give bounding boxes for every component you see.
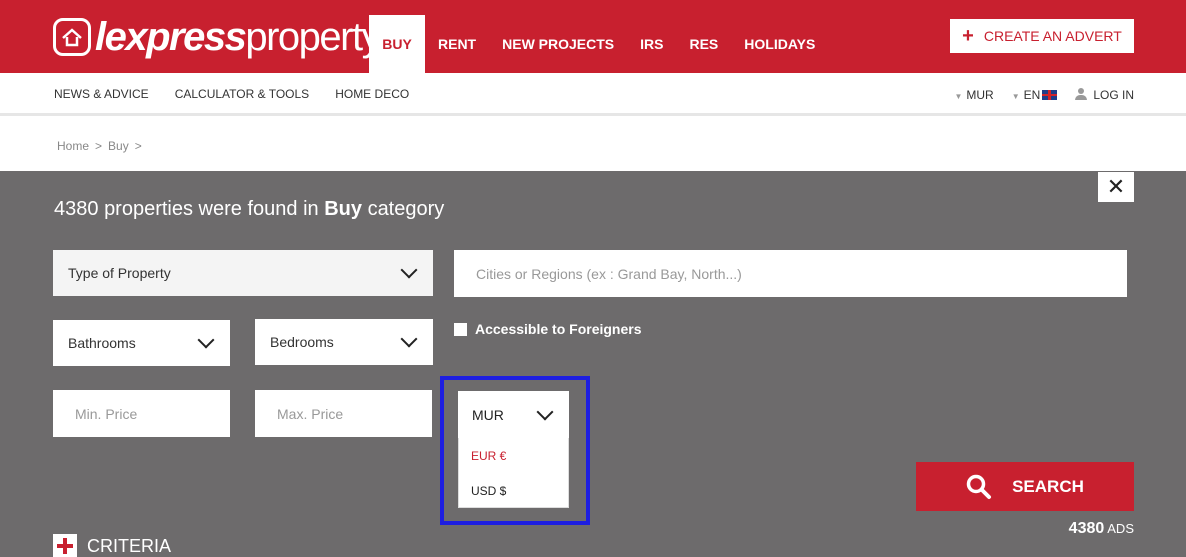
plus-icon: + <box>962 25 974 47</box>
login-link[interactable]: LOG IN <box>1075 88 1134 102</box>
location-input[interactable]: Cities or Regions (ex : Grand Bay, North… <box>454 250 1127 297</box>
chevron-down-icon <box>197 331 215 349</box>
criteria-label: CRITERIA <box>87 535 172 556</box>
breadcrumb: Home > Buy > <box>57 139 142 153</box>
results-category: Buy <box>324 198 362 220</box>
results-text-end: category <box>367 198 445 220</box>
currency-option-usd[interactable]: USD $ <box>459 473 568 508</box>
ads-count-label: ADS <box>1107 521 1134 536</box>
location-placeholder: Cities or Regions (ex : Grand Bay, North… <box>476 265 742 282</box>
nav-new-projects[interactable]: NEW PROJECTS <box>489 15 627 73</box>
currency-dropdown-menu: EUR € USD $ <box>458 438 569 508</box>
nav-rent[interactable]: RENT <box>425 15 489 73</box>
uk-flag-icon <box>1042 90 1058 100</box>
subnav-news-advice[interactable]: NEWS & ADVICE <box>54 87 149 101</box>
secondary-nav: NEWS & ADVICE CALCULATOR & TOOLS HOME DE… <box>0 73 1186 116</box>
main-nav: BUY RENT NEW PROJECTS IRS RES HOLIDAYS <box>369 15 828 73</box>
login-label: LOG IN <box>1093 88 1134 102</box>
currency-switcher-label: MUR <box>966 88 994 102</box>
create-advert-label: CREATE AN ADVERT <box>983 28 1122 44</box>
foreigners-checkbox-row: Accessible to Foreigners <box>454 321 642 337</box>
bedrooms-label: Bedrooms <box>270 334 334 350</box>
bathrooms-select[interactable]: Bathrooms <box>53 320 230 366</box>
breadcrumb-buy[interactable]: Buy <box>108 139 129 153</box>
language-switcher[interactable]: ▼ EN <box>1012 88 1058 102</box>
min-price-placeholder: Min. Price <box>75 405 138 422</box>
breadcrumb-separator: > <box>95 139 103 153</box>
top-header: lexpressproperty BUY RENT NEW PROJECTS I… <box>0 0 1186 73</box>
caret-down-icon: ▼ <box>954 92 963 101</box>
search-button[interactable]: SEARCH <box>916 462 1134 511</box>
subnav-home-deco[interactable]: HOME DECO <box>335 87 409 101</box>
search-icon <box>966 474 992 499</box>
breadcrumb-home[interactable]: Home <box>57 139 89 153</box>
currency-selected-label: MUR <box>472 406 504 423</box>
criteria-toggle[interactable]: CRITERIA <box>53 534 171 557</box>
create-advert-button[interactable]: + CREATE AN ADVERT <box>950 19 1134 53</box>
ads-count: 4380 ADS <box>1069 520 1134 538</box>
currency-select[interactable]: MUR <box>458 391 569 438</box>
ads-count-number: 4380 <box>1068 520 1105 537</box>
close-button[interactable]: ✕ <box>1098 172 1134 202</box>
results-text: properties were found in <box>104 198 319 220</box>
max-price-input[interactable]: Max. Price <box>255 390 432 437</box>
home-logo-icon <box>53 18 91 56</box>
results-heading: 4380 properties were found in Buy catego… <box>54 198 444 221</box>
bedrooms-select[interactable]: Bedrooms <box>255 319 433 365</box>
plus-icon <box>53 534 77 557</box>
property-type-select[interactable]: Type of Property <box>53 250 433 296</box>
min-price-input[interactable]: Min. Price <box>53 390 230 437</box>
chevron-down-icon <box>536 403 554 420</box>
user-icon <box>1075 88 1088 100</box>
results-count: 4380 <box>54 198 99 220</box>
foreigners-label: Accessible to Foreigners <box>475 321 642 337</box>
nav-res[interactable]: RES <box>676 15 731 73</box>
search-button-label: SEARCH <box>1012 476 1084 496</box>
bathrooms-label: Bathrooms <box>68 335 136 351</box>
site-logo[interactable]: lexpressproperty <box>53 14 382 60</box>
foreigners-checkbox[interactable] <box>454 322 467 336</box>
logo-wordmark: lexpressproperty <box>95 15 382 59</box>
nav-irs[interactable]: IRS <box>627 15 676 73</box>
chevron-down-icon <box>400 330 418 348</box>
max-price-placeholder: Max. Price <box>277 405 344 422</box>
language-label: EN <box>1023 88 1041 102</box>
nav-buy[interactable]: BUY <box>369 15 425 73</box>
breadcrumb-separator: > <box>134 139 142 153</box>
caret-down-icon: ▼ <box>1011 92 1020 101</box>
currency-option-eur[interactable]: EUR € <box>459 438 568 473</box>
currency-switcher[interactable]: ▼ MUR <box>954 88 993 102</box>
chevron-down-icon <box>400 261 418 279</box>
nav-holidays[interactable]: HOLIDAYS <box>731 15 828 73</box>
property-type-label: Type of Property <box>68 265 171 281</box>
subnav-calculator-tools[interactable]: CALCULATOR & TOOLS <box>175 87 310 101</box>
